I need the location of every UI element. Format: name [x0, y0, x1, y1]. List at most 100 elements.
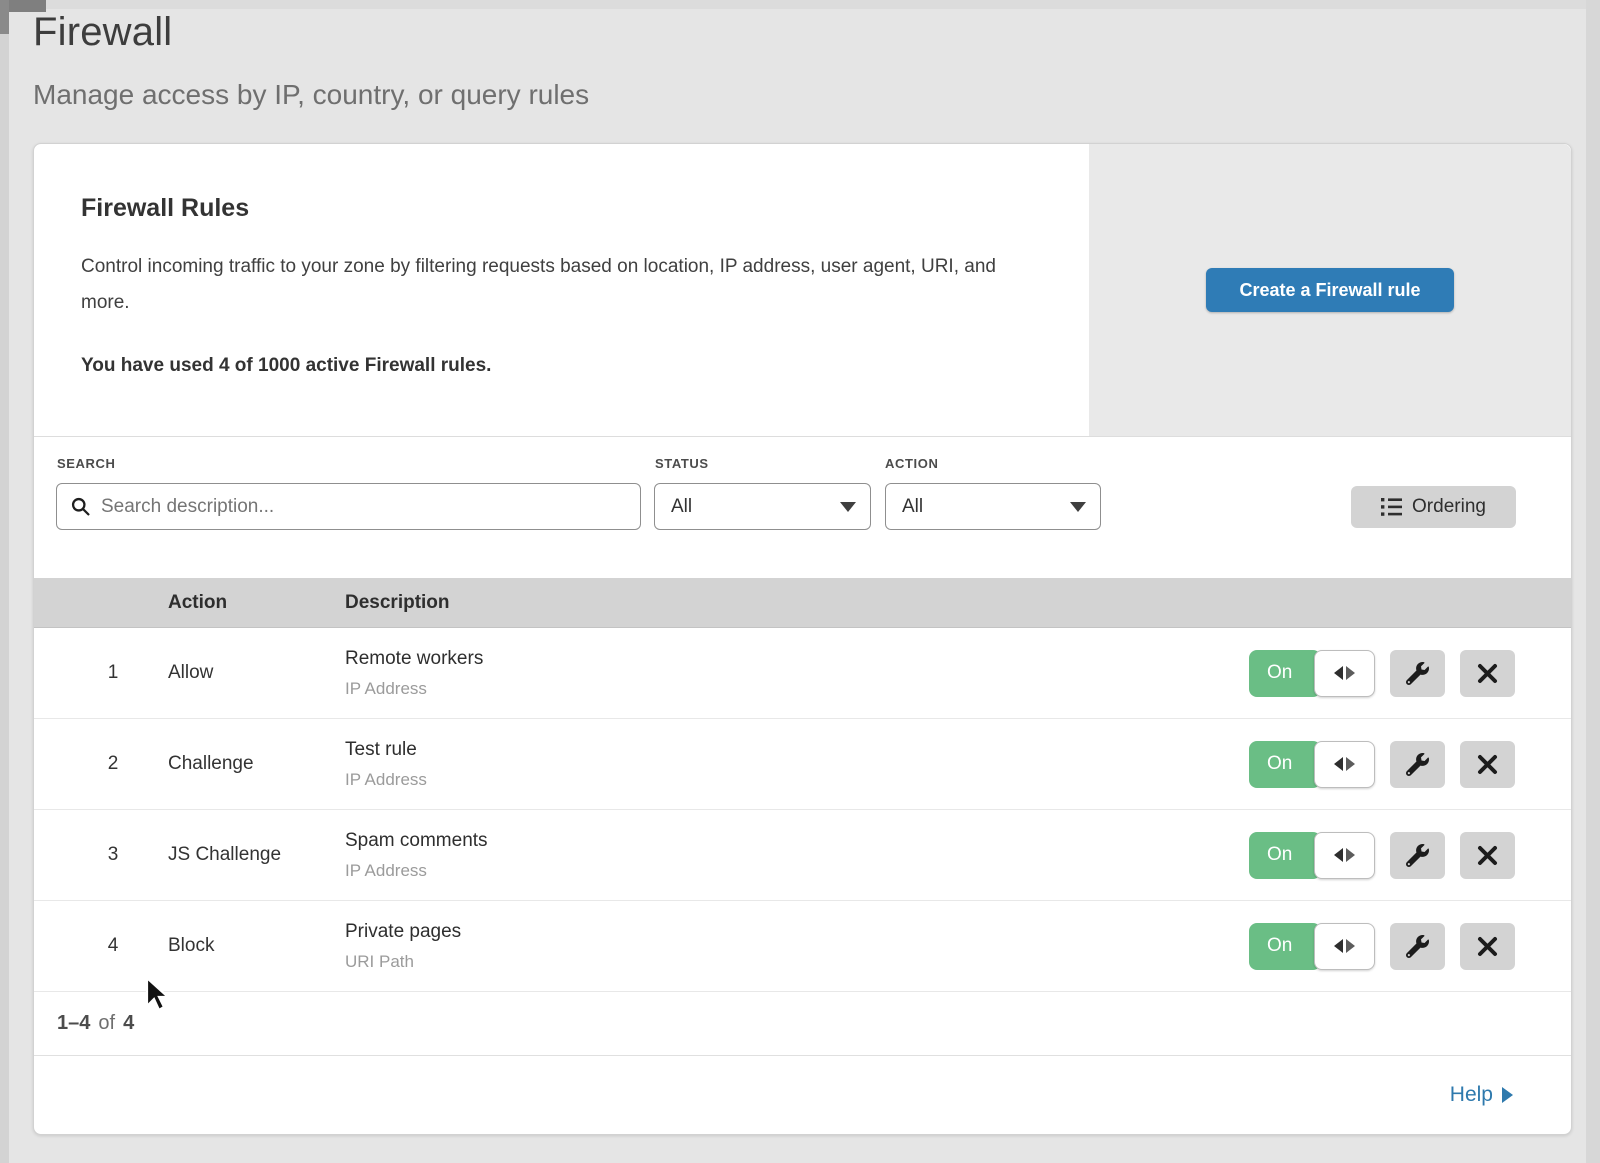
- rule-priority: 1: [34, 662, 168, 684]
- page-subtitle: Manage access by IP, country, or query r…: [33, 79, 589, 111]
- rule-priority: 2: [34, 753, 168, 775]
- status-select-value: All: [671, 496, 692, 518]
- rule-description-cell: Private pages URI Path: [345, 921, 461, 972]
- rule-enabled-toggle[interactable]: On: [1249, 923, 1375, 970]
- rule-action: Block: [168, 935, 345, 957]
- edit-rule-button[interactable]: [1390, 650, 1445, 697]
- wrench-icon: [1406, 844, 1429, 867]
- close-icon: [1477, 936, 1498, 957]
- close-icon: [1477, 845, 1498, 866]
- chevron-down-icon: [1070, 502, 1086, 512]
- intro-description: Control incoming traffic to your zone by…: [81, 249, 1019, 321]
- pagination-range: 1–4: [57, 1012, 90, 1035]
- toggle-on-state: On: [1249, 832, 1321, 879]
- help-bar: Help: [34, 1056, 1571, 1134]
- edit-rule-button[interactable]: [1390, 923, 1445, 970]
- triangle-right-icon: [1346, 939, 1355, 953]
- toggle-state-label: On: [1267, 844, 1292, 866]
- rule-priority: 3: [34, 844, 168, 866]
- pagination-total: 4: [123, 1012, 134, 1035]
- rule-enabled-toggle[interactable]: On: [1249, 832, 1375, 879]
- triangle-right-icon: [1346, 757, 1355, 771]
- intro-text-block: Firewall Rules Control incoming traffic …: [34, 144, 1089, 436]
- rule-enabled-toggle[interactable]: On: [1249, 741, 1375, 788]
- rule-enabled-toggle[interactable]: On: [1249, 650, 1375, 697]
- delete-rule-button[interactable]: [1460, 832, 1515, 879]
- toggle-state-label: On: [1267, 662, 1292, 684]
- triangle-left-icon: [1334, 848, 1343, 862]
- close-icon: [1477, 663, 1498, 684]
- screen-edge-left: [0, 0, 9, 1163]
- toggle-state-label: On: [1267, 753, 1292, 775]
- page-title: Firewall: [33, 10, 589, 55]
- delete-rule-button[interactable]: [1460, 923, 1515, 970]
- help-arrow-icon: [1502, 1087, 1513, 1103]
- ordering-button[interactable]: Ordering: [1351, 486, 1516, 528]
- pagination-bar: 1–4 of 4: [34, 992, 1571, 1056]
- create-firewall-rule-button[interactable]: Create a Firewall rule: [1206, 268, 1454, 312]
- ordering-button-label: Ordering: [1412, 496, 1486, 518]
- rule-description-cell: Spam comments IP Address: [345, 830, 488, 881]
- status-select[interactable]: All: [654, 483, 871, 530]
- screen-corner-artifact-vertical: [0, 0, 9, 34]
- help-link[interactable]: Help: [1450, 1083, 1513, 1107]
- screen-edge-top: [0, 0, 1600, 9]
- ordering-list-icon: [1381, 498, 1402, 516]
- toggle-drag-handle[interactable]: [1314, 923, 1375, 970]
- table-row: 1 Allow Remote workers IP Address On: [34, 628, 1571, 719]
- rule-field-type: IP Address: [345, 861, 488, 881]
- toggle-drag-handle[interactable]: [1314, 832, 1375, 879]
- rule-controls: On: [1249, 832, 1515, 879]
- rule-field-type: IP Address: [345, 770, 427, 790]
- table-header: Action Description: [34, 578, 1571, 628]
- rule-description: Remote workers: [345, 648, 483, 670]
- rule-action: JS Challenge: [168, 844, 345, 866]
- rule-priority: 4: [34, 935, 168, 957]
- rule-description-cell: Test rule IP Address: [345, 739, 427, 790]
- toggle-state-label: On: [1267, 935, 1292, 957]
- firewall-rules-card: Firewall Rules Control incoming traffic …: [33, 143, 1572, 1135]
- action-column-header: Action: [168, 592, 345, 614]
- toggle-drag-handle[interactable]: [1314, 650, 1375, 697]
- help-link-label: Help: [1450, 1083, 1493, 1107]
- rules-usage-text: You have used 4 of 1000 active Firewall …: [81, 355, 1019, 377]
- triangle-right-icon: [1346, 666, 1355, 680]
- toggle-on-state: On: [1249, 923, 1321, 970]
- status-label: STATUS: [655, 456, 709, 471]
- close-icon: [1477, 754, 1498, 775]
- page-header: Firewall Manage access by IP, country, o…: [33, 10, 589, 111]
- delete-rule-button[interactable]: [1460, 650, 1515, 697]
- edit-rule-button[interactable]: [1390, 741, 1445, 788]
- rule-field-type: URI Path: [345, 952, 461, 972]
- rule-controls: On: [1249, 923, 1515, 970]
- rules-table-body: 1 Allow Remote workers IP Address On: [34, 628, 1571, 992]
- filter-section: SEARCH STATUS All ACTION All: [34, 437, 1571, 578]
- toggle-on-state: On: [1249, 741, 1321, 788]
- rule-controls: On: [1249, 741, 1515, 788]
- triangle-right-icon: [1346, 848, 1355, 862]
- triangle-left-icon: [1334, 757, 1343, 771]
- pagination-of-label: of: [98, 1012, 115, 1035]
- action-label: ACTION: [885, 456, 938, 471]
- search-field-wrap: [56, 483, 641, 530]
- delete-rule-button[interactable]: [1460, 741, 1515, 788]
- table-row: 2 Challenge Test rule IP Address On: [34, 719, 1571, 810]
- triangle-left-icon: [1334, 939, 1343, 953]
- action-select[interactable]: All: [885, 483, 1101, 530]
- wrench-icon: [1406, 753, 1429, 776]
- toggle-drag-handle[interactable]: [1314, 741, 1375, 788]
- wrench-icon: [1406, 662, 1429, 685]
- description-column-header: Description: [345, 592, 1571, 614]
- search-input[interactable]: [56, 483, 641, 530]
- edit-rule-button[interactable]: [1390, 832, 1445, 879]
- search-label: SEARCH: [57, 456, 116, 471]
- rule-description: Test rule: [345, 739, 427, 761]
- rule-action: Allow: [168, 662, 345, 684]
- rule-description: Spam comments: [345, 830, 488, 852]
- toggle-on-state: On: [1249, 650, 1321, 697]
- intro-heading: Firewall Rules: [81, 194, 1019, 223]
- screen-edge-right: [1586, 0, 1600, 1163]
- rule-description: Private pages: [345, 921, 461, 943]
- triangle-left-icon: [1334, 666, 1343, 680]
- chevron-down-icon: [840, 502, 856, 512]
